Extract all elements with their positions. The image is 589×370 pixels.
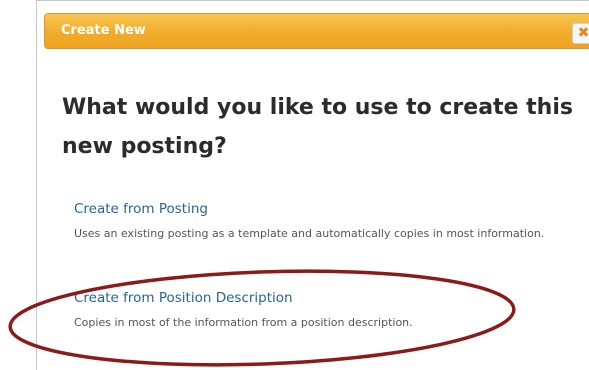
create-from-posting-description: Uses an existing posting as a template a… xyxy=(74,227,545,240)
page: Create New ✖ What would you like to use … xyxy=(0,0,589,370)
option-create-from-posting: Create from Posting Uses an existing pos… xyxy=(74,200,564,242)
dialog-titlebar: Create New ✖ xyxy=(44,13,589,49)
create-from-position-description-link[interactable]: Create from Position Description xyxy=(74,289,564,307)
option-create-from-position-description: Create from Position Description Copies … xyxy=(74,289,564,331)
close-button[interactable]: ✖ xyxy=(572,23,589,44)
close-icon: ✖ xyxy=(577,25,589,41)
create-from-posting-link[interactable]: Create from Posting xyxy=(74,200,564,218)
dialog-title: Create New xyxy=(61,23,146,38)
create-from-position-description-description: Copies in most of the information from a… xyxy=(74,316,413,329)
dialog-heading: What would you like to use to create thi… xyxy=(62,95,573,159)
